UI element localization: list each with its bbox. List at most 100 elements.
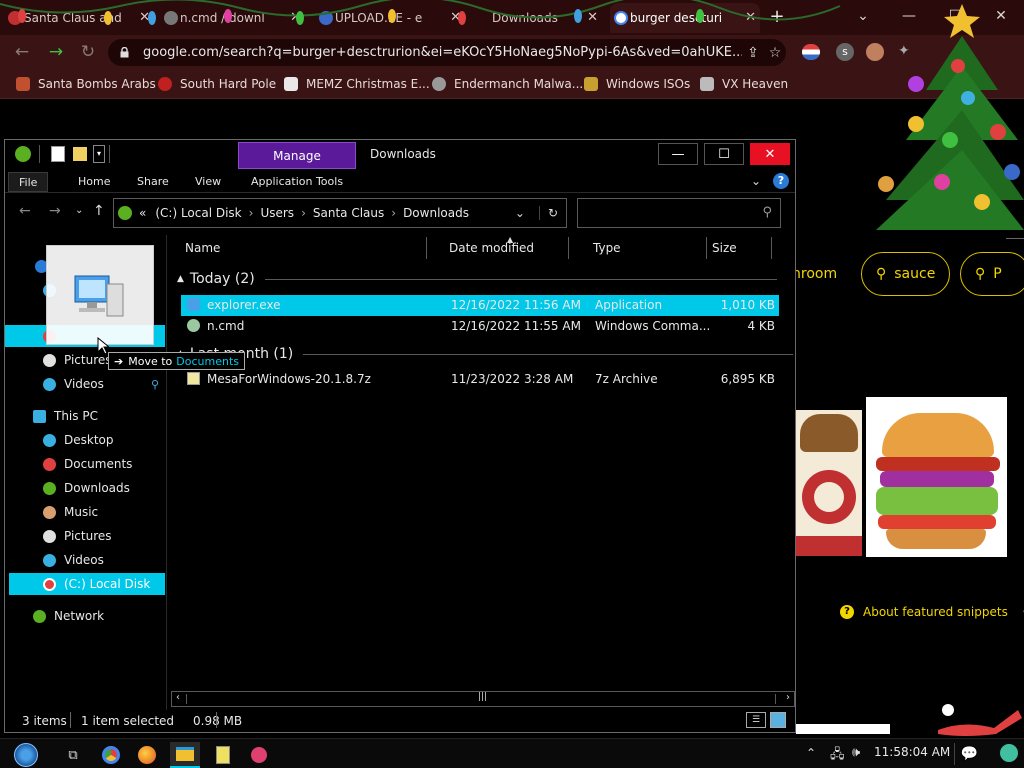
network-status-icon[interactable]: 🖧 <box>830 745 845 767</box>
tooltip-target: Documents <box>176 354 239 368</box>
new-tab-button[interactable]: + <box>766 6 788 28</box>
column-header-size[interactable]: Size <box>704 237 772 259</box>
search-chip[interactable]: ⚲ P <box>960 252 1024 296</box>
close-icon[interactable]: ✕ <box>587 10 598 25</box>
bookmark-item[interactable]: Windows ISOs <box>584 75 690 93</box>
explorer-address-bar[interactable]: « (C:) Local Disk › Users › Santa Claus … <box>113 198 567 228</box>
help-icon[interactable]: ? <box>773 173 789 189</box>
breadcrumb-item[interactable]: (C:) Local Disk <box>155 206 241 220</box>
bookmark-item[interactable]: VX Heaven <box>700 75 788 93</box>
flag-extension-icon[interactable] <box>802 44 820 60</box>
browser-tab[interactable]: n.cmd / downl ✕ <box>160 3 305 33</box>
taskbar-notepad[interactable] <box>208 742 238 768</box>
taskbar-app[interactable] <box>244 742 274 768</box>
file-row[interactable]: n.cmd 12/16/2022 11:55 AM Windows Comma.… <box>181 316 779 337</box>
close-button[interactable]: ✕ <box>750 143 790 165</box>
manage-contextual-tab[interactable]: Manage <box>238 142 356 169</box>
nav-item-network[interactable]: Network <box>5 605 165 627</box>
music-icon <box>43 505 56 519</box>
taskbar-file-explorer[interactable] <box>170 742 200 768</box>
tab-home[interactable]: Home <box>68 172 120 192</box>
search-input[interactable]: ⚲ <box>577 198 781 228</box>
nav-item-videos-pinned[interactable]: Videos ⚲ <box>5 373 165 395</box>
quick-access-dropdown-icon[interactable]: ▾ <box>93 145 105 163</box>
group-header[interactable]: ▲ Last month (1) <box>177 346 794 362</box>
nav-item-pictures[interactable]: Pictures <box>5 525 165 547</box>
taskbar-clock[interactable]: 11:58:04 AM <box>874 745 950 759</box>
bookmark-item[interactable]: MEMZ Christmas E... <box>284 75 430 93</box>
group-header[interactable]: ▲ Today (2) <box>177 271 777 287</box>
about-featured-snippets-link[interactable]: ? About featured snippets • <box>840 605 1024 619</box>
scroll-left-arrow-icon[interactable]: ‹ <box>176 692 180 703</box>
column-header-date[interactable]: Date modified <box>441 237 569 259</box>
search-chip[interactable]: ⚲ sauce <box>861 252 951 296</box>
column-header-name[interactable]: Name <box>177 237 427 259</box>
nav-item-this-pc[interactable]: This PC <box>5 405 165 427</box>
back-arrow-icon[interactable]: ← <box>12 42 32 62</box>
expand-ribbon-chevron-icon[interactable]: ⌄ <box>751 174 761 188</box>
address-bar[interactable]: google.com/search?q=burger+desctrurion&e… <box>108 39 786 66</box>
close-icon[interactable]: ✕ <box>139 10 150 25</box>
taskbar-firefox[interactable] <box>132 742 162 768</box>
share-icon[interactable]: ⇪ <box>742 45 764 61</box>
browser-tab[interactable]: Santa Claus and ✕ <box>4 3 154 33</box>
nav-item-documents[interactable]: Documents <box>5 453 165 475</box>
bookmark-item[interactable]: Endermanch Malwa... <box>432 75 583 93</box>
details-view-icon[interactable]: ☰ <box>746 712 766 728</box>
up-arrow-icon[interactable]: ↑ <box>93 203 105 219</box>
volume-icon[interactable]: 🕪 <box>852 745 860 760</box>
refresh-icon[interactable]: ↻ <box>538 206 558 220</box>
large-icons-view-icon[interactable] <box>770 712 786 728</box>
address-dropdown-chevron-icon[interactable]: ⌄ <box>515 206 525 220</box>
close-icon[interactable]: ✕ <box>290 10 301 25</box>
burger-image[interactable] <box>866 397 1007 557</box>
nav-item-downloads[interactable]: Downloads <box>5 477 165 499</box>
taskbar-chrome[interactable] <box>96 742 126 768</box>
properties-icon[interactable] <box>51 146 65 162</box>
profile-avatar[interactable]: s <box>836 43 854 61</box>
tray-app-icon[interactable] <box>1000 744 1018 762</box>
breadcrumb-overflow[interactable]: « <box>139 206 146 220</box>
bookmark-star-icon[interactable]: ☆ <box>764 45 786 61</box>
horizontal-scroll-indicator <box>796 724 890 734</box>
nav-item-local-disk[interactable]: (C:) Local Disk <box>9 573 165 595</box>
nav-item-music[interactable]: Music <box>5 501 165 523</box>
start-button[interactable] <box>6 742 46 768</box>
browser-tab[interactable]: Downloads ✕ <box>472 3 602 33</box>
bookmark-item[interactable]: South Hard Pole <box>158 75 276 93</box>
back-arrow-icon[interactable]: ← <box>19 203 31 219</box>
breadcrumb-item[interactable]: Downloads <box>403 206 469 220</box>
forward-arrow-icon[interactable]: → <box>49 203 61 219</box>
reload-icon[interactable]: ↻ <box>78 42 98 62</box>
tab-share[interactable]: Share <box>127 172 179 192</box>
minimize-button[interactable]: — <box>658 143 698 165</box>
bookmark-item[interactable]: Santa Bombs Arabs <box>16 75 156 93</box>
nav-item-videos[interactable]: Videos <box>5 549 165 571</box>
action-center-icon[interactable]: 💬 <box>954 743 984 765</box>
breadcrumb-item[interactable]: Santa Claus <box>313 206 384 220</box>
close-icon[interactable]: ✕ <box>745 10 756 25</box>
file-row[interactable]: explorer.exe 12/16/2022 11:56 AM Applica… <box>181 295 779 316</box>
new-folder-icon[interactable] <box>73 147 87 161</box>
file-row[interactable]: MesaForWindows-20.1.8.7z 11/23/2022 3:28… <box>181 369 779 390</box>
tab-view[interactable]: View <box>185 172 231 192</box>
task-view-button[interactable]: ⧉ <box>58 742 88 768</box>
nav-item-desktop[interactable]: Desktop <box>5 429 165 451</box>
forward-arrow-icon[interactable]: → <box>46 42 66 62</box>
breadcrumb-item[interactable]: Users <box>260 206 294 220</box>
tab-application-tools[interactable]: Application Tools <box>241 172 353 192</box>
file-type: Windows Comma... <box>595 319 711 333</box>
browser-tab-active[interactable]: burger descturi ✕ <box>610 3 760 33</box>
file-name: n.cmd <box>207 319 245 333</box>
horizontal-scrollbar[interactable]: ‹ ||| › <box>171 691 795 707</box>
close-icon[interactable]: ✕ <box>450 10 461 25</box>
maximize-button[interactable]: ☐ <box>704 143 744 165</box>
documents-icon <box>43 457 56 471</box>
scroll-right-arrow-icon[interactable]: › <box>786 692 790 703</box>
recent-locations-chevron-icon[interactable]: ⌄ <box>75 205 83 216</box>
show-hidden-icons-chevron-icon[interactable]: ⌃ <box>806 746 816 760</box>
column-header-type[interactable]: Type <box>585 237 707 259</box>
tab-file[interactable]: File <box>8 172 49 192</box>
burger-infographic-image[interactable] <box>796 410 862 556</box>
browser-tab[interactable]: UPLOAD.EE - e ✕ <box>315 3 465 33</box>
